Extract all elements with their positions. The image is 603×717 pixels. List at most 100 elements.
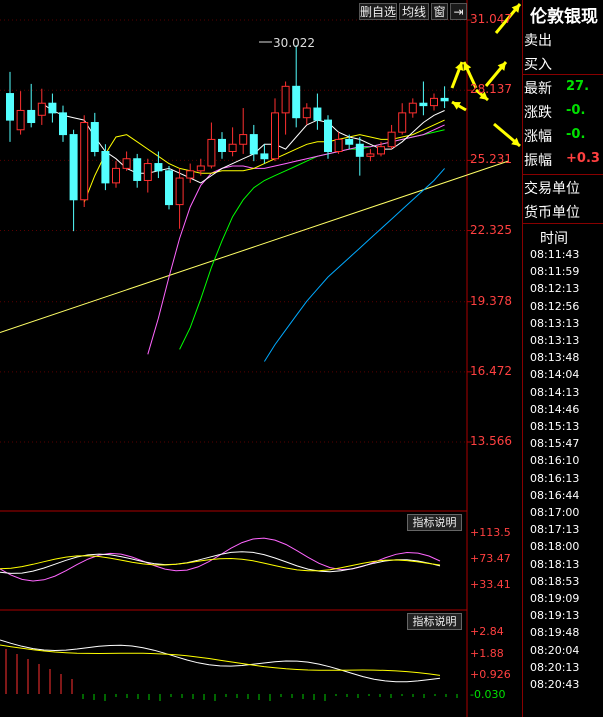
candle-up [281, 85, 290, 114]
tick-time: 08:13:13 [530, 334, 580, 347]
candle-up [122, 158, 131, 169]
quote-label: 振幅 [524, 153, 552, 169]
candle-down [292, 85, 301, 119]
tick-time: 08:15:13 [530, 420, 580, 433]
price-axis-label: 25.231 [470, 152, 512, 167]
price-axis-label: 19.378 [470, 293, 512, 308]
indicator1-axis-label: +113.5 [470, 526, 511, 539]
tick-time: 08:11:59 [530, 265, 580, 279]
candle-down [27, 109, 36, 124]
quote-label: 卖出 [524, 33, 552, 49]
candle-up [16, 109, 25, 131]
candle-down [154, 163, 163, 172]
candle-up [334, 138, 343, 152]
quote-value: -0. [566, 127, 586, 142]
sidebar-divider [522, 223, 603, 224]
quote-value: 27. [566, 79, 590, 94]
tick-time: 08:20:13 [530, 660, 580, 674]
price-axis-label: 31.047 [470, 12, 512, 26]
indicator-info-button-1[interactable]: 指标说明 [407, 514, 462, 531]
self-select-button[interactable]: 删自选 [359, 3, 397, 20]
candle-up [207, 138, 216, 167]
instrument-title: 伦敦银现 [530, 7, 598, 27]
candle-up [143, 163, 152, 181]
candle-up [387, 131, 396, 148]
quote-label: 最新 [524, 81, 552, 97]
candle-down [324, 119, 332, 152]
candle-down [6, 93, 14, 121]
tick-time: 08:18:13 [530, 557, 580, 571]
collapse-arrow-icon[interactable]: ⇥ [450, 3, 467, 20]
ma30-line [179, 129, 445, 350]
indicator2-axis-label: +0.926 [470, 668, 511, 681]
candle-up [366, 153, 375, 157]
candle-up [408, 102, 417, 114]
sidebar-divider [522, 74, 603, 75]
candle-up [175, 177, 184, 206]
tick-time: 08:17:13 [530, 523, 580, 537]
quote-label: 买入 [524, 57, 552, 73]
currency-unit-label: 货币单位 [524, 205, 580, 221]
tick-time: 08:19:48 [530, 626, 580, 640]
tick-time: 08:15:47 [530, 437, 580, 451]
tick-time: 08:18:00 [530, 540, 580, 554]
candle-up [377, 146, 385, 155]
candle-down [440, 97, 449, 102]
tick-time: 08:14:04 [530, 368, 580, 382]
indicator2-axis-label: +2.84 [470, 625, 504, 638]
tick-time: 08:13:48 [530, 351, 580, 365]
tick-time: 08:16:13 [530, 471, 580, 485]
candle-up [430, 97, 438, 107]
candle-down [59, 112, 67, 136]
candle-down [419, 102, 428, 107]
tick-time: 08:20:04 [530, 643, 580, 657]
ma-button[interactable]: 均线 [399, 3, 429, 20]
indicator-info-button-2[interactable]: 指标说明 [407, 613, 462, 630]
tick-time: 08:20:43 [530, 678, 580, 691]
price-axis-label: 16.472 [470, 363, 512, 378]
indicator1-axis-label: +33.41 [470, 578, 511, 591]
trade-unit-label: 交易单位 [524, 181, 580, 197]
candle-up [186, 170, 195, 179]
indicator2-axis-label: -0.030 [470, 688, 506, 701]
tick-time: 08:16:10 [530, 454, 580, 468]
quote-value: +0.3 [566, 151, 600, 166]
tick-time: 08:14:46 [530, 402, 580, 416]
candle-up [112, 167, 120, 184]
tick-time: 08:18:53 [530, 574, 580, 588]
high-annotation: 30.022 [273, 36, 315, 50]
candle-up [80, 122, 89, 201]
candle-down [101, 150, 110, 184]
kdj-j-line [0, 537, 441, 582]
candle-up [228, 143, 237, 152]
price-axis-label: 28.137 [470, 82, 512, 97]
candle-down [313, 107, 322, 121]
tick-time: 08:17:00 [530, 506, 580, 519]
macd-dea-line [0, 644, 441, 676]
candle-down [218, 138, 226, 152]
candle-up [302, 107, 311, 119]
tick-time: 08:13:13 [530, 316, 580, 330]
quote-value: -0. [566, 103, 586, 118]
tick-time: 08:16:44 [530, 488, 580, 502]
candle-down [69, 134, 78, 201]
price-axis-label: 22.325 [470, 222, 512, 237]
price-axis-label: 13.566 [470, 434, 512, 448]
ma60-line [263, 168, 445, 362]
candle-down [133, 158, 142, 181]
window-button[interactable]: 窗 [431, 3, 448, 20]
indicator1-axis-label: +73.47 [470, 552, 511, 565]
candle-up [398, 112, 407, 133]
candle-down [48, 102, 57, 114]
price-chart[interactable]: 30.022 [0, 0, 522, 717]
tick-time: 08:19:09 [530, 592, 580, 605]
candle-up [271, 112, 279, 160]
candle-up [239, 134, 248, 145]
quote-label: 涨跌 [524, 105, 552, 121]
tick-time: 08:19:13 [530, 609, 580, 623]
candle-down [90, 122, 99, 152]
candle-down [165, 170, 173, 206]
macd-dif-line [0, 639, 441, 683]
candle-down [260, 153, 269, 160]
ma20-line [147, 124, 445, 355]
